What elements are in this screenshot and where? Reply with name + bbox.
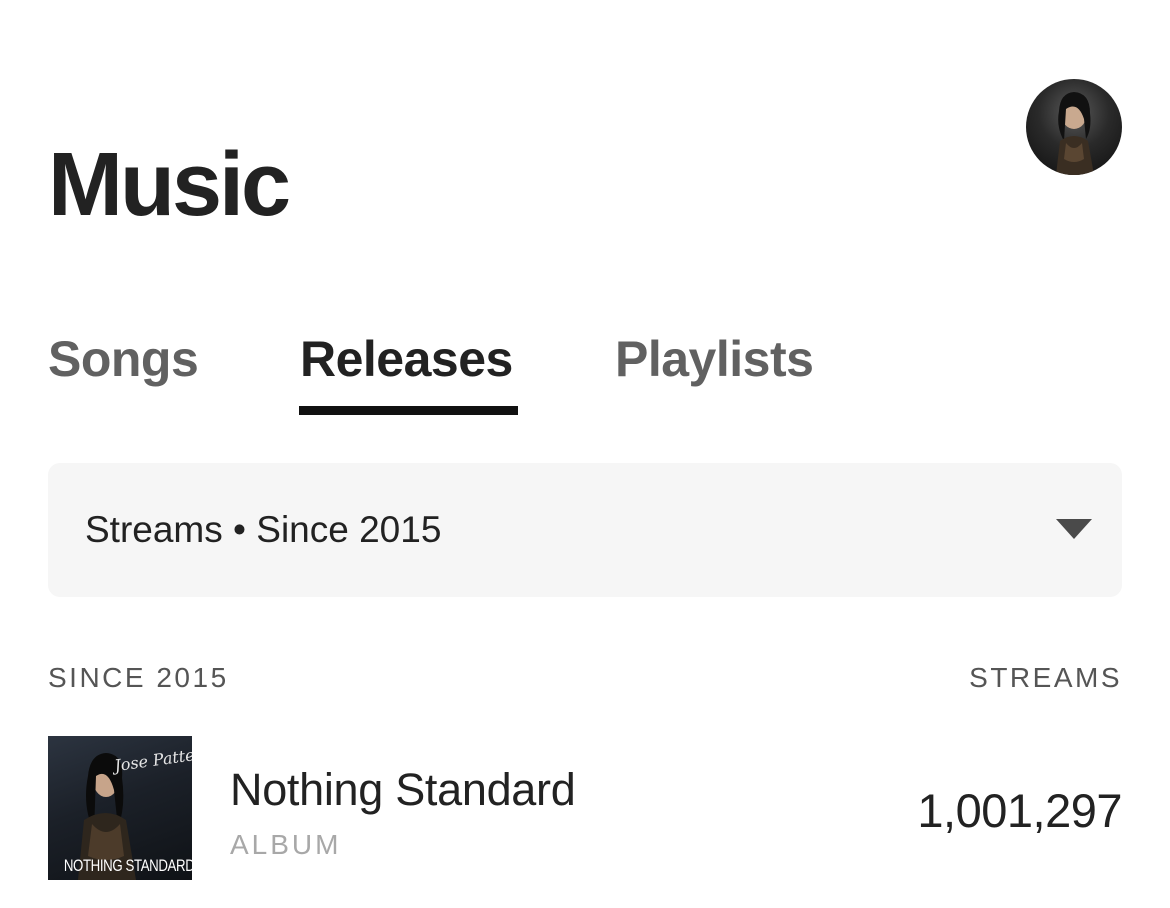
- filter-label: Streams • Since 2015: [85, 509, 442, 550]
- album-cover: Jose Patten NOTHING STANDARD: [48, 736, 192, 880]
- caret-down-icon: [1056, 519, 1092, 539]
- page-title: Music: [48, 135, 291, 235]
- avatar[interactable]: [1026, 79, 1122, 175]
- period-header: SINCE 2015: [48, 662, 229, 693]
- tab-releases[interactable]: Releases: [300, 330, 513, 388]
- release-streams: 1,001,297: [917, 784, 1122, 837]
- active-tab-indicator: [299, 406, 518, 415]
- release-row[interactable]: Jose Patten NOTHING STANDARD Nothing Sta…: [48, 736, 1122, 880]
- tab-bar: Songs Releases Playlists: [48, 330, 948, 420]
- release-title: Nothing Standard: [230, 764, 576, 815]
- streams-filter-dropdown[interactable]: Streams • Since 2015: [48, 463, 1122, 597]
- cover-title: NOTHING STANDARD: [63, 856, 192, 875]
- tab-playlists[interactable]: Playlists: [615, 330, 814, 388]
- streams-header: STREAMS: [969, 662, 1122, 693]
- tab-songs[interactable]: Songs: [48, 330, 199, 388]
- release-type: ALBUM: [230, 829, 342, 860]
- profile-avatar-icon: [1056, 92, 1094, 175]
